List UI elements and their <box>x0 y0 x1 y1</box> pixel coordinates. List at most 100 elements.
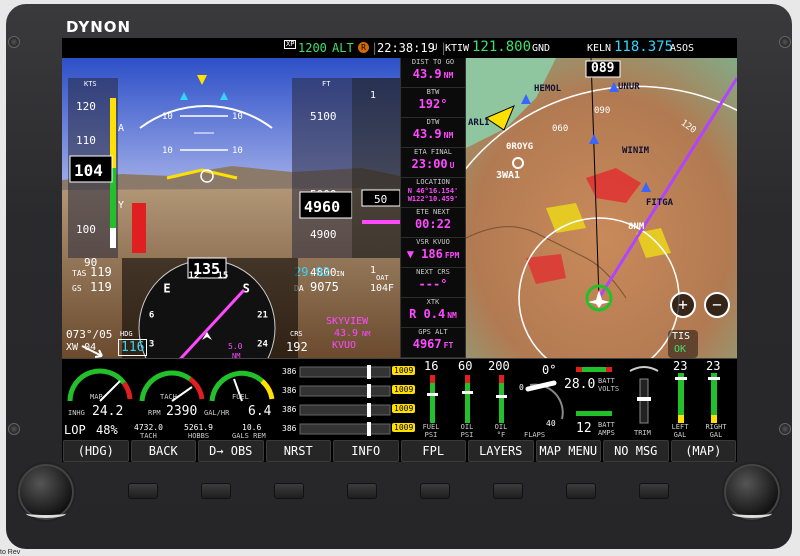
hdg-bug-value[interactable]: 116 <box>118 339 148 356</box>
zoom-in-icon[interactable]: + <box>670 292 696 318</box>
rpm-value: 2390 <box>166 404 198 419</box>
waypoint-label: UNUR <box>618 82 640 92</box>
hardware-button-8[interactable] <box>639 483 669 499</box>
cht-value: 1009 <box>392 385 416 394</box>
right-fuel-value: 23 <box>706 359 721 373</box>
data-cell[interactable]: DTW 43.9 NM <box>401 118 465 148</box>
data-cell-label: GPS ALT <box>418 328 448 336</box>
data-cell[interactable]: XTK R 0.4 NM <box>401 298 465 328</box>
hardware-button-4[interactable] <box>347 483 377 499</box>
airspeed-tick: 100 <box>76 223 96 236</box>
moving-map[interactable]: 089 HEMOL UNUR ARLI 0ROYG 3WA1 WINIM FIT… <box>466 58 737 358</box>
data-cell-unit: U <box>449 161 455 170</box>
data-cell-line: N 46°16.154' <box>407 187 459 195</box>
softkey-nrst[interactable]: NRST <box>265 440 331 462</box>
left-knob[interactable] <box>16 462 76 522</box>
data-cell[interactable]: ETA FINAL 23:00 U <box>401 148 465 178</box>
egt-bar <box>299 423 391 435</box>
waypoint-label: 0ROYG <box>506 142 534 152</box>
baro-setting[interactable]: 29.92 <box>294 265 330 279</box>
tas-value: 119 <box>90 265 112 279</box>
com-frequency[interactable]: 121.800 <box>472 39 531 55</box>
data-cell-value: 192° <box>418 97 448 111</box>
data-cell[interactable]: DIST TO GO 43.9 NM <box>401 58 465 88</box>
hsi-card-label: S <box>243 281 250 295</box>
altitude-tick: 4900 <box>310 228 337 241</box>
fuel-psi-label: FUEL PSI <box>422 423 440 439</box>
egt-value: 386 <box>282 386 297 395</box>
gals-rem-label: GALS REM <box>232 432 266 440</box>
softkey-bar: (HDG) BACK D→ OBS NRST INFO FPL LAYERS MAP MENU… <box>62 440 737 462</box>
softkey-map-menu[interactable]: MAP MENU <box>535 440 601 462</box>
altitude-readout: 4960 <box>304 198 340 216</box>
data-cell[interactable]: LOCATION N 46°16.154' W122°10.459' <box>401 178 465 208</box>
nav-source-name: SKYVIEW <box>326 316 369 327</box>
squawk-code[interactable]: 1200 <box>298 41 327 55</box>
softkey-no-msg[interactable]: NO MSG <box>603 440 669 462</box>
data-cell-unit: FT <box>443 341 454 350</box>
xpdr-mode[interactable]: ALT <box>332 41 354 55</box>
data-cell[interactable]: NEXT CRS ---° <box>401 268 465 298</box>
hardware-button-2[interactable] <box>201 483 231 499</box>
range-ring-label: 8NM <box>628 222 645 232</box>
softkey-back[interactable]: BACK <box>130 440 196 462</box>
reply-badge: R <box>358 42 369 53</box>
egt-bar <box>299 404 391 416</box>
nav-distance: 43.9 <box>334 328 358 339</box>
tach-time: 4732.0 <box>134 423 163 432</box>
hardware-button-3[interactable] <box>274 483 304 499</box>
pitch-label: 10 <box>162 146 173 156</box>
crs-label: CRS <box>290 330 303 338</box>
data-cell[interactable]: BTW 192° <box>401 88 465 118</box>
rpm-label: RPM <box>148 409 161 417</box>
softkey-d-obs[interactable]: D→ OBS <box>198 440 264 462</box>
softkey-info[interactable]: INFO <box>333 440 399 462</box>
hardware-button-5[interactable] <box>420 483 450 499</box>
hsi-card-label: 3 <box>149 339 154 349</box>
left-fuel-label: LEFT GAL <box>671 423 689 439</box>
xpdr-label: XP <box>284 40 297 49</box>
softkey-layers[interactable]: LAYERS <box>468 440 534 462</box>
hardware-button-6[interactable] <box>493 483 523 499</box>
tis-status: OK <box>674 344 687 355</box>
clock-time: 22:38:19 <box>377 41 435 55</box>
data-cell[interactable]: VSR KVUO ▼ 186 FPM <box>401 238 465 268</box>
right-knob[interactable] <box>722 462 782 522</box>
data-cell-label: VSR KVUO <box>416 238 450 246</box>
crosswind-label: XW <box>66 342 79 353</box>
data-cell-unit: NM <box>443 71 454 80</box>
compass-tick-label: 090 <box>594 106 611 116</box>
clock-zone: U <box>432 43 438 53</box>
crs-value[interactable]: 192 <box>286 340 308 354</box>
cht-value: 1009 <box>392 423 416 432</box>
airspeed-readout: 104 <box>74 161 103 180</box>
hsi-card-label: 12 <box>189 271 200 281</box>
screw-icon <box>8 36 20 48</box>
hardware-button-1[interactable] <box>128 483 158 499</box>
softkey-map[interactable]: (MAP) <box>670 440 736 462</box>
standby-frequency[interactable]: 118.375 <box>614 39 673 55</box>
oil-psi-value: 60 <box>458 359 473 373</box>
softkey-fpl[interactable]: FPL <box>400 440 466 462</box>
svg-text:1: 1 <box>370 90 376 101</box>
brand-logo: DYNON <box>66 18 132 36</box>
trim-label: TRIM <box>634 429 651 437</box>
data-cell[interactable]: GPS ALT 4967 FT <box>401 328 465 358</box>
waypoint-label: HEMOL <box>534 84 562 94</box>
data-cell[interactable]: ETE NEXT 00:22 <box>401 208 465 238</box>
hardware-button-7[interactable] <box>566 483 596 499</box>
baro-unit: IN <box>336 270 344 278</box>
top-status-bar: XP 1200 ALT R | 22:38:19 U | KTIW 121.80… <box>62 38 737 58</box>
waypoint-label: FITGA <box>646 198 674 208</box>
batt-amps-bar <box>576 411 612 416</box>
softkey-hdg[interactable]: (HDG) <box>63 440 129 462</box>
stall-warning-band <box>132 203 146 253</box>
batt-amps-value: 12 <box>576 421 592 436</box>
oil-temp-label: OIL °F <box>494 423 508 439</box>
egt-value: 386 <box>282 367 297 376</box>
airport-label: 3WA1 <box>496 170 521 181</box>
hdg-bug-label: HDG <box>120 330 133 338</box>
oat-value: 104F <box>370 283 394 294</box>
zoom-out-icon[interactable]: − <box>704 292 730 318</box>
flaps-label: FLAPS <box>524 431 546 439</box>
